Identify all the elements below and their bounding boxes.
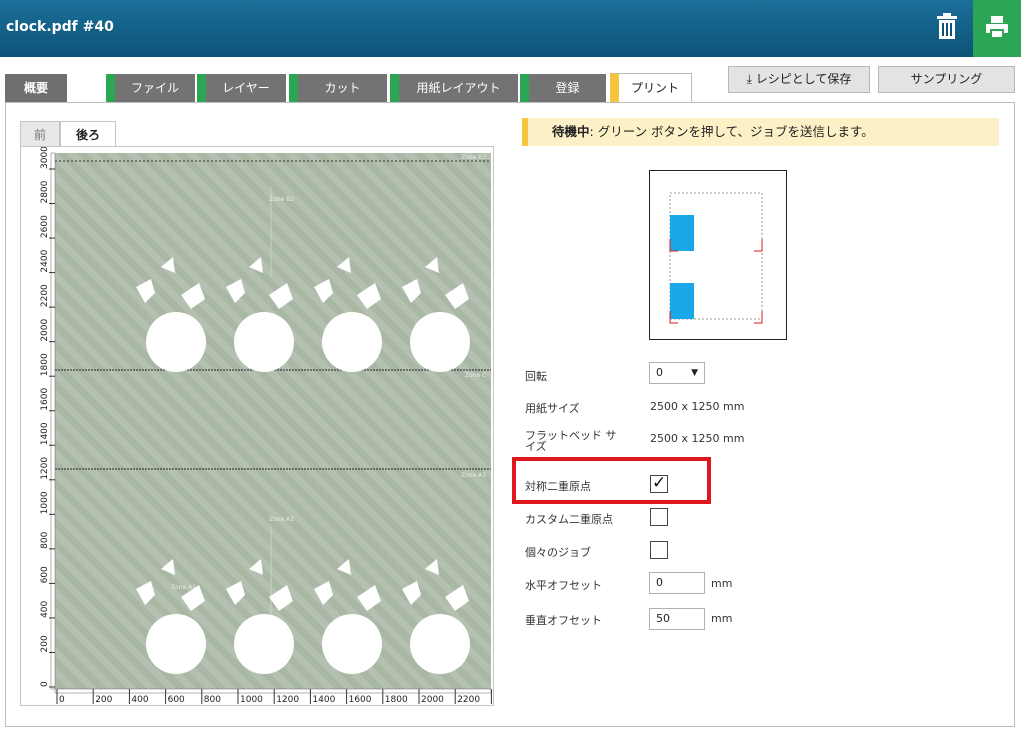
tab-layers[interactable]: レイヤー	[197, 74, 286, 102]
ruler-tick-label: 1800	[40, 353, 50, 376]
ruler-tick-label: 600	[168, 695, 185, 705]
custom-origin-label: カスタム二重原点	[525, 513, 613, 526]
individual-jobs-label: 個々のジョブ	[525, 546, 591, 559]
tab-overview[interactable]: 概要	[5, 74, 67, 102]
zone-label: Zone A3	[461, 472, 486, 479]
media-size-label: 用紙サイズ	[525, 402, 580, 415]
vertical-offset-input[interactable]: 50	[649, 608, 705, 630]
ruler-tick-label: 1400	[312, 695, 335, 705]
print-button[interactable]	[973, 0, 1021, 57]
ruler-tick-label: 600	[40, 566, 50, 583]
zone-label: Zone B3	[461, 154, 486, 161]
ruler-tick-label: 800	[204, 695, 221, 705]
ruler-tick-label: 0	[40, 681, 50, 687]
custom-origin-checkbox[interactable]	[650, 508, 668, 526]
ruler-tick-label: 3000	[40, 147, 50, 169]
ruler-tick-label: 200	[95, 695, 112, 705]
flatbed-size-label: フラットベッド サイズ	[525, 429, 617, 453]
ruler-tick-label: 800	[40, 531, 50, 548]
ruler-tick-label: 2000	[421, 695, 444, 705]
tab-print[interactable]: プリント	[610, 73, 692, 103]
ruler-tick-label: 2400	[40, 249, 50, 272]
tab-media-layout[interactable]: 用紙レイアウト	[390, 74, 518, 102]
download-icon: ⤓	[746, 72, 752, 86]
horizontal-offset-unit: mm	[711, 577, 733, 590]
ruler-tick-label: 1000	[240, 695, 263, 705]
zone-label: Zone B2	[269, 196, 294, 203]
ruler-tick-label: 1200	[276, 695, 299, 705]
vertical-offset-unit: mm	[711, 612, 733, 625]
job-block	[670, 215, 694, 251]
trash-icon[interactable]	[935, 12, 959, 40]
media-size-value: 2500 x 1250 mm	[650, 400, 745, 413]
status-bold: 待機中	[552, 124, 590, 139]
ruler-tick-label: 2200	[457, 695, 480, 705]
rotation-select[interactable]: 0 ▼	[649, 362, 705, 384]
flatbed-size-value: 2500 x 1250 mm	[650, 432, 745, 445]
rotation-label: 回転	[525, 370, 547, 383]
ruler-tick-label: 2000	[40, 318, 50, 341]
ruler-tick-label: 1600	[349, 695, 372, 705]
ruler-tick-label: 2600	[40, 215, 50, 238]
tab-bar: 概要 ファイル レイヤー カット 用紙レイアウト 登録 プリント ⤓ レシピとし…	[0, 57, 1021, 103]
tab-cut[interactable]: カット	[289, 74, 387, 102]
highlight-box	[512, 457, 711, 504]
tab-registration[interactable]: 登録	[520, 74, 606, 102]
ruler-tick-label: 2200	[40, 284, 50, 307]
status-text: : グリーン ボタンを押して、ジョブを送信します。	[589, 124, 874, 139]
job-title: clock.pdf #40	[6, 19, 114, 35]
ruler-tick-label: 1400	[40, 422, 50, 445]
save-recipe-button[interactable]: ⤓ レシピとして保存	[728, 66, 870, 93]
zone-label: Zone A2	[269, 516, 294, 523]
horizontal-offset-input[interactable]: 0	[649, 572, 705, 594]
title-bar: clock.pdf #40	[0, 0, 1021, 57]
ruler-tick-label: 2800	[40, 180, 50, 203]
ruler-tick-label: 1000	[40, 491, 50, 514]
ruler-tick-label: 200	[40, 635, 50, 652]
individual-jobs-checkbox[interactable]	[650, 541, 668, 559]
status-notice: 待機中: グリーン ボタンを押して、ジョブを送信します。	[522, 118, 999, 146]
subtab-front[interactable]: 前	[20, 121, 60, 147]
ruler-tick-label: 400	[40, 600, 50, 617]
ruler-tick-label: 400	[131, 695, 148, 705]
ruler-tick-label: 0	[59, 695, 65, 705]
ruler-tick-label: 1800	[385, 695, 408, 705]
layout-thumbnail	[649, 170, 787, 340]
printer-icon	[986, 16, 1008, 39]
job-block	[670, 283, 694, 319]
layout-preview: Zone B3 Zone B2 Zone C Zone A3 Zone A2 Z…	[20, 146, 505, 706]
tab-file[interactable]: ファイル	[106, 74, 195, 102]
preview-canvas[interactable]: Zone B3 Zone B2 Zone C Zone A3 Zone A2 Z…	[21, 146, 505, 705]
horizontal-offset-label: 水平オフセット	[525, 579, 602, 592]
sampling-button[interactable]: サンプリング	[878, 66, 1015, 93]
vertical-offset-label: 垂直オフセット	[525, 614, 602, 627]
subtab-back[interactable]: 後ろ	[60, 121, 116, 147]
dropdown-arrow-icon: ▼	[691, 368, 698, 378]
zone-label: Zone C	[465, 372, 486, 379]
ruler-tick-label: 1600	[40, 388, 50, 411]
ruler-tick-label: 1200	[40, 457, 50, 480]
